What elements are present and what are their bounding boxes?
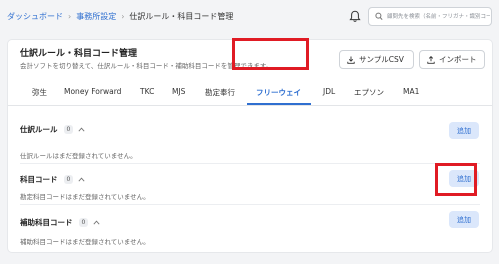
section-title-journal-rules[interactable]: 仕訳ルール 0 (20, 124, 85, 135)
tab-money-forward[interactable]: Money Forward (64, 87, 121, 96)
section-title-label: 科目コード (20, 175, 58, 184)
breadcrumb: ダッシュボード › 事務所設定 › 仕訳ルール・科目コード管理 (7, 11, 233, 22)
download-icon (347, 56, 355, 64)
add-sub-account-code-button[interactable]: 追加 (449, 211, 479, 228)
breadcrumb-current: 仕訳ルール・科目コード管理 (129, 12, 234, 21)
divider (20, 204, 480, 205)
breadcrumb-separator-icon: › (68, 12, 72, 21)
section-title-account-codes[interactable]: 科目コード 0 (20, 174, 85, 185)
breadcrumb-office-settings-link[interactable]: 事務所設定 (76, 11, 116, 22)
chevron-up-icon[interactable] (93, 220, 100, 225)
count-badge: 0 (63, 125, 74, 134)
section-title-label: 補助科目コード (20, 218, 73, 227)
add-journal-rule-button[interactable]: 追加 (449, 122, 479, 139)
chevron-up-icon[interactable] (78, 177, 85, 182)
top-bar: ダッシュボード › 事務所設定 › 仕訳ルール・科目コード管理 (0, 0, 499, 34)
sub-account-codes-empty-text: 補助科目コードはまだ登録されていません。 (20, 238, 150, 246)
add-account-code-button[interactable]: 追加 (449, 170, 479, 187)
tab-kanjo-bugyo[interactable]: 勘定奉行 (205, 87, 235, 98)
bell-icon[interactable] (349, 10, 361, 23)
count-badge: 0 (63, 175, 74, 184)
section-title-sub-account-codes[interactable]: 補助科目コード 0 (20, 217, 100, 228)
tab-epson[interactable]: エプソン (354, 87, 384, 98)
settings-card: 仕訳ルール・科目コード管理 会計ソフトを切り替えて、仕訳ルール・科目コード・補助… (7, 39, 493, 253)
page-subtitle: 会計ソフトを切り替えて、仕訳ルール・科目コード・補助科目コードを管理できます。 (20, 62, 273, 70)
chevron-up-icon[interactable] (78, 127, 85, 132)
search-input[interactable] (387, 10, 490, 23)
sample-csv-button[interactable]: サンプルCSV (339, 50, 414, 69)
import-label: インポート (439, 55, 477, 64)
tab-tkc[interactable]: TKC (140, 87, 154, 96)
page-title: 仕訳ルール・科目コード管理 (20, 49, 138, 59)
account-codes-empty-text: 勘定科目コードはまだ登録されていません。 (20, 193, 150, 201)
import-button[interactable]: インポート (419, 50, 485, 69)
accounting-software-tabs: 弥生 Money Forward TKC MJS 勘定奉行 フリーウェイ JDL… (8, 85, 492, 106)
sample-csv-label: サンプルCSV (359, 55, 404, 64)
active-tab-indicator (247, 103, 311, 105)
tab-jdl[interactable]: JDL (323, 87, 335, 96)
journal-rules-empty-text: 仕訳ルールはまだ登録されていません。 (20, 152, 137, 160)
search-icon (375, 12, 383, 20)
tab-yayoi[interactable]: 弥生 (32, 87, 47, 98)
search-box (368, 7, 492, 26)
tab-mjs[interactable]: MJS (172, 87, 185, 96)
tab-freeway[interactable]: フリーウェイ (256, 87, 301, 98)
upload-icon (427, 55, 435, 64)
tab-ma1[interactable]: MA1 (403, 87, 419, 96)
count-badge: 0 (78, 218, 89, 227)
divider (20, 163, 480, 164)
breadcrumb-dashboard-link[interactable]: ダッシュボード (7, 11, 63, 22)
section-title-label: 仕訳ルール (20, 125, 58, 134)
breadcrumb-separator-icon: › (121, 12, 125, 21)
